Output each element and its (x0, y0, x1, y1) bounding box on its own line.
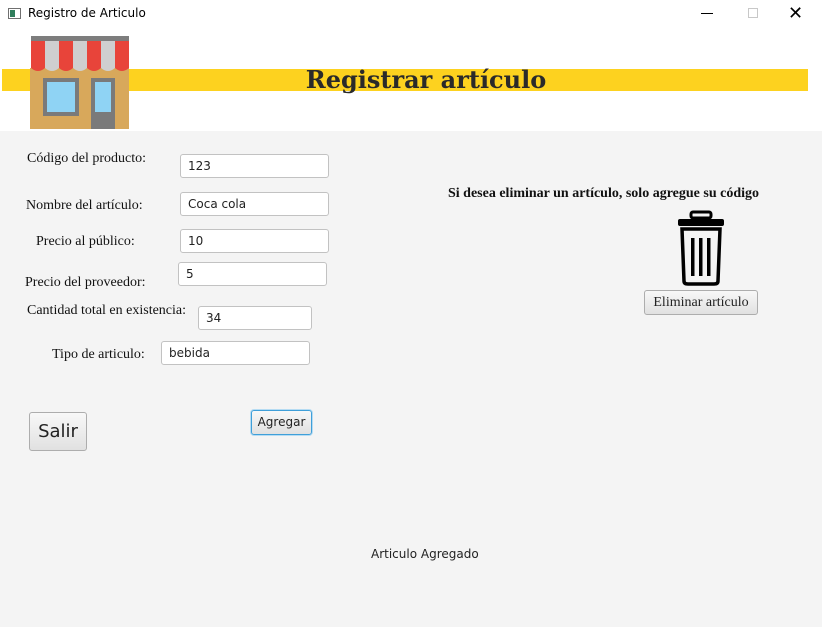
supplier-price-label: Precio del proveedor: (25, 275, 146, 290)
stock-quantity-label: Cantidad total en existencia: (27, 303, 187, 318)
article-type-label: Tipo de articulo: (52, 347, 145, 362)
window-title: Registro de Articulo (28, 6, 146, 20)
product-code-input[interactable]: 123 (180, 154, 329, 178)
minimize-icon (701, 13, 713, 14)
status-message: Articulo Agregado (371, 547, 479, 561)
supplier-price-input[interactable]: 5 (178, 262, 327, 286)
close-button[interactable]: ✕ (776, 0, 822, 29)
maximize-button[interactable] (730, 0, 776, 29)
trash-icon (678, 210, 724, 286)
minimize-button[interactable] (684, 0, 730, 29)
delete-hint-text: Si desea eliminar un artículo, solo agre… (448, 186, 759, 201)
article-type-input[interactable]: bebida (161, 341, 310, 365)
store-icon (30, 36, 129, 129)
product-code-label: Código del producto: (27, 151, 146, 166)
article-name-input[interactable]: Coca cola (180, 192, 329, 216)
title-bar: Registro de Articulo ✕ (0, 0, 822, 29)
app-icon (8, 8, 21, 19)
header: Registrar artículo (0, 29, 822, 131)
delete-article-button[interactable]: Eliminar artículo (644, 290, 758, 315)
exit-button[interactable]: Salir (29, 412, 87, 451)
stock-quantity-input[interactable]: 34 (198, 306, 312, 330)
public-price-input[interactable]: 10 (180, 229, 329, 253)
public-price-label: Precio al público: (36, 234, 135, 249)
close-icon: ✕ (788, 3, 804, 24)
add-button[interactable]: Agregar (251, 410, 312, 435)
article-name-label: Nombre del artículo: (26, 198, 143, 213)
maximize-icon (748, 8, 758, 18)
